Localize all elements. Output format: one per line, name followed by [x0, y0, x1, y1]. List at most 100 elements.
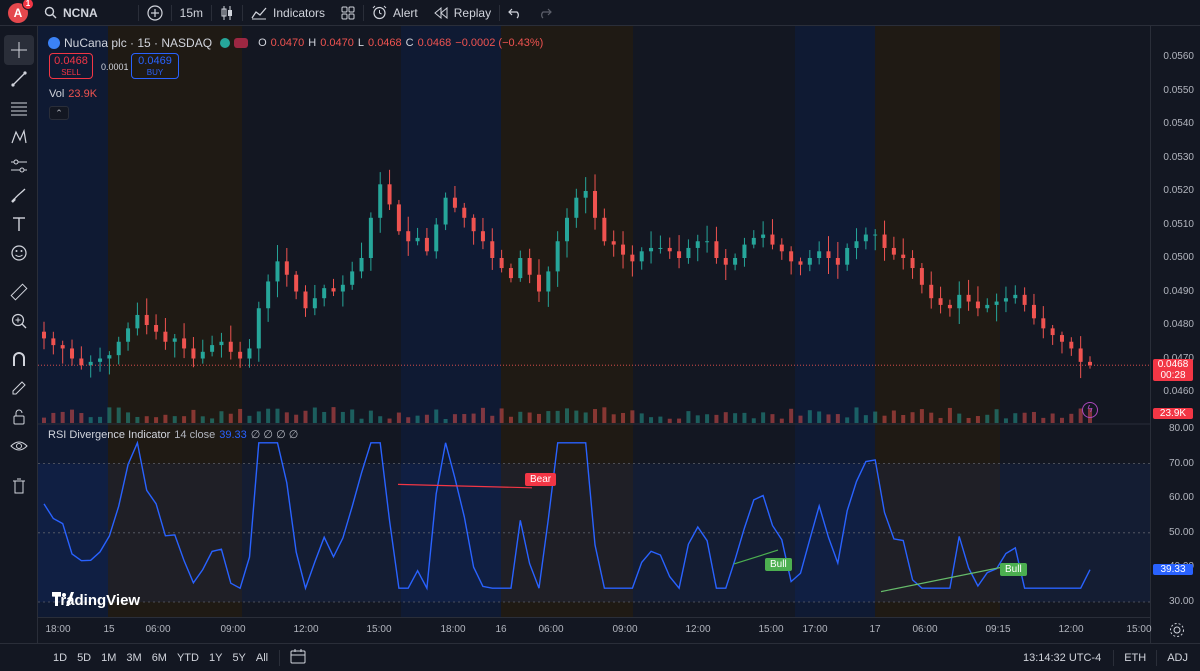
volume-bar — [490, 415, 495, 423]
candle-body — [639, 251, 644, 262]
candle-body — [172, 338, 177, 342]
volume-bar — [1003, 418, 1008, 423]
candle-body — [994, 301, 999, 305]
range-button-5d[interactable]: 5D — [72, 652, 96, 664]
low-label: L — [357, 37, 365, 49]
user-avatar[interactable]: A 1 — [8, 0, 34, 23]
grid-icon — [341, 6, 355, 19]
rsi-value-tag: 39.33 — [1153, 563, 1193, 575]
volume-bar — [882, 415, 887, 423]
collapse-legend-button[interactable]: ⌃ — [49, 106, 69, 120]
candle-body — [845, 247, 850, 265]
time-scale[interactable]: 18:00 15 06:00 09:00 12:00 15:00 18:00 16 06:00 0… — [38, 617, 1152, 643]
interval-button[interactable]: 15m — [172, 0, 211, 26]
crosshair-tool[interactable] — [4, 35, 34, 65]
legend-title: NuCana plc · 15 · NASDAQ — [64, 36, 213, 50]
legend-market-icon[interactable] — [234, 38, 249, 48]
candle-body — [452, 197, 457, 208]
fib-tool[interactable] — [4, 93, 34, 123]
trend-line-icon — [11, 71, 27, 87]
range-button-1d[interactable]: 1D — [48, 652, 72, 664]
divider — [279, 649, 281, 666]
magnet-icon — [13, 352, 25, 366]
undo-button[interactable] — [500, 0, 530, 26]
divider — [1113, 649, 1115, 666]
volume-bar — [116, 407, 121, 423]
candle-body — [546, 271, 551, 292]
symbol-search-button[interactable]: NCNA — [36, 0, 106, 26]
range-button-ytd[interactable]: YTD — [172, 652, 204, 664]
last-price-value: 0.0468 — [1157, 359, 1189, 371]
legend-eye-icon[interactable] — [220, 38, 231, 48]
range-button-1y[interactable]: 1Y — [204, 652, 227, 664]
ruler-tool[interactable] — [4, 277, 34, 307]
drawing-toolbar — [0, 26, 38, 643]
candle-body — [60, 345, 65, 349]
candle-body — [266, 281, 271, 309]
magnet-tool[interactable] — [4, 344, 34, 374]
candle-body — [742, 244, 747, 258]
range-button-all[interactable]: All — [251, 652, 273, 664]
clock[interactable]: 13:14:32 UTC-4 — [1023, 652, 1101, 664]
volume-bar — [751, 418, 756, 423]
volume-bar — [770, 414, 775, 423]
gear-icon — [1170, 623, 1184, 637]
chart-settings-button[interactable] — [1168, 621, 1186, 639]
range-button-6m[interactable]: 6M — [147, 652, 172, 664]
time-scale-label: 06:00 — [538, 624, 564, 635]
price-scale-label: 0.0500 — [1163, 252, 1194, 263]
chart-type-button[interactable] — [212, 0, 242, 26]
tv-logo-icon — [52, 592, 74, 606]
sell-button[interactable]: 0.0468 SELL — [49, 53, 93, 79]
buy-button[interactable]: 0.0469 BUY — [131, 53, 179, 79]
candle-body — [163, 331, 168, 342]
replay-button[interactable]: Replay — [426, 0, 499, 26]
layouts-button[interactable] — [333, 0, 363, 26]
candle-body — [985, 304, 990, 309]
compare-button[interactable] — [139, 0, 171, 26]
candle-body — [1003, 298, 1008, 302]
adj-toggle[interactable]: ADJ — [1167, 652, 1188, 664]
range-button-1m[interactable]: 1M — [96, 652, 121, 664]
forecast-tool[interactable] — [4, 151, 34, 181]
volume-bar — [256, 411, 261, 423]
remove-drawings-tool[interactable] — [4, 471, 34, 501]
date-range-button[interactable] — [290, 648, 306, 667]
range-button-5y[interactable]: 5Y — [227, 652, 250, 664]
price-scale-label: 0.0560 — [1163, 51, 1194, 62]
chart-pane[interactable]: NuCana plc · 15 · NASDAQ O 0.0470 H 0.0470… — [38, 26, 1150, 643]
session-toggle[interactable]: ETH — [1124, 652, 1146, 664]
candle-body — [723, 258, 728, 265]
pattern-tool[interactable] — [4, 122, 34, 152]
lock-drawings-tool[interactable] — [4, 402, 34, 432]
redo-button[interactable] — [530, 0, 560, 26]
rsi-params: 14 close — [174, 428, 216, 441]
volume-bar — [1069, 413, 1074, 423]
candle-body — [695, 241, 700, 248]
volume-bar — [266, 408, 271, 423]
range-button-3m[interactable]: 3M — [121, 652, 146, 664]
top-toolbar: A 1 NCNA 15m Indicators Alert Replay — [0, 0, 1200, 26]
volume-bar — [835, 414, 840, 423]
emoji-tool[interactable] — [4, 238, 34, 268]
hide-drawings-tool[interactable] — [4, 431, 34, 461]
brush-tool[interactable] — [4, 180, 34, 210]
zoom-tool[interactable] — [4, 306, 34, 336]
indicators-button[interactable]: Indicators — [243, 0, 333, 26]
rsi-scale-label: 30.00 — [1168, 596, 1194, 607]
price-scale-label: 0.0540 — [1163, 118, 1194, 129]
volume-bar — [434, 409, 439, 423]
candle-body — [70, 348, 75, 359]
chart-canvas[interactable] — [38, 26, 1150, 617]
time-scale-label: 17 — [869, 624, 881, 635]
volume-bar — [994, 409, 999, 423]
alert-button[interactable]: Alert — [364, 0, 426, 26]
candle-body — [471, 217, 476, 232]
lightning-icon[interactable]: ϟ — [1082, 402, 1098, 418]
redo-icon — [541, 8, 552, 18]
text-tool[interactable] — [4, 209, 34, 239]
keep-drawing-tool[interactable] — [4, 373, 34, 403]
price-scale[interactable]: 0.0560 0.0550 0.0540 0.0530 0.0520 0.0510 0.05… — [1150, 26, 1200, 643]
candle-body — [1059, 335, 1064, 342]
trend-line-tool[interactable] — [4, 64, 34, 94]
